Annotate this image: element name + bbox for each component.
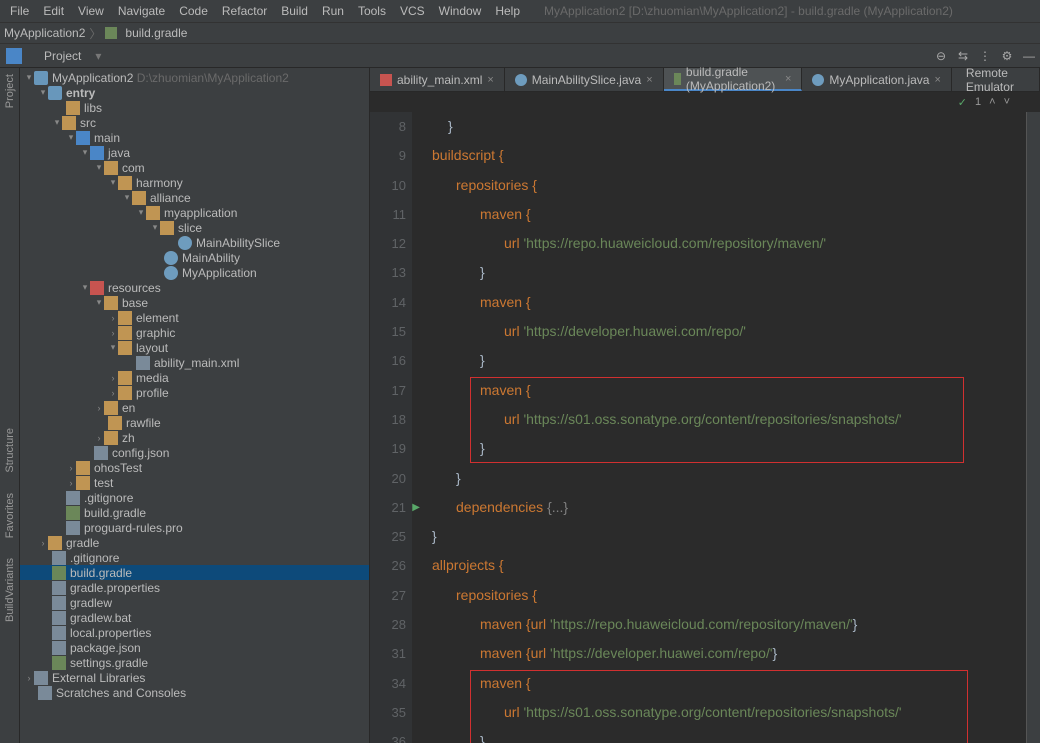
chevron-down-icon[interactable]: ˅ [1004, 96, 1010, 108]
tree-gitignore[interactable]: .gitignore [20, 550, 369, 565]
close-icon[interactable]: × [934, 74, 940, 86]
strip-project[interactable]: Project [4, 74, 16, 108]
strip-structure[interactable]: Structure [4, 428, 16, 473]
gear-icon[interactable]: ⚙ [997, 46, 1017, 66]
left-tool-strip: Project Structure Favorites BuildVariant… [0, 68, 20, 743]
project-dropdown-icon[interactable]: ▾ [91, 49, 105, 63]
tab-ability-main[interactable]: ability_main.xml× [370, 68, 505, 91]
menu-window[interactable]: Window [433, 2, 488, 20]
editor-right-strip [1026, 112, 1040, 743]
tab-main-ability-slice[interactable]: MainAbilitySlice.java× [505, 68, 664, 91]
editor-tabs: ability_main.xml× MainAbilitySlice.java×… [370, 68, 1040, 92]
close-icon[interactable]: × [646, 74, 652, 86]
hide-icon[interactable]: — [1019, 46, 1039, 66]
tree-gradle-properties[interactable]: gradle.properties [20, 580, 369, 595]
tree-libs[interactable]: libs [20, 100, 369, 115]
tree-java[interactable]: ▾java [20, 145, 369, 160]
tree-scratches[interactable]: Scratches and Consoles [20, 685, 369, 700]
tree-media[interactable]: ›media [20, 370, 369, 385]
menu-view[interactable]: View [72, 2, 110, 20]
gradle-icon [105, 27, 117, 39]
tab-build-gradle[interactable]: build.gradle (MyApplication2)× [664, 68, 803, 91]
tree-myapplication-java[interactable]: MyApplication [20, 265, 369, 280]
check-icon: ✓ [958, 96, 967, 109]
java-icon [515, 74, 527, 86]
tree-root[interactable]: ▾MyApplication2 D:\zhuomian\MyApplicatio… [20, 70, 369, 85]
tree-slice[interactable]: ▾slice [20, 220, 369, 235]
tree-myapplication[interactable]: ▾myapplication [20, 205, 369, 220]
tree-resources[interactable]: ▾resources [20, 280, 369, 295]
project-toolbar: Project ▾ ⊖ ⇆ ⋮ ⚙ — [0, 44, 1040, 68]
code-content[interactable]: } buildscript { repositories { maven { u… [412, 112, 1026, 743]
editor-status: ✓ 1 ˄ ˅ [370, 92, 1040, 112]
tree-config-json[interactable]: config.json [20, 445, 369, 460]
tree-gradlew-bat[interactable]: gradlew.bat [20, 610, 369, 625]
tree-settings-gradle[interactable]: settings.gradle [20, 655, 369, 670]
tab-myapplication[interactable]: MyApplication.java× [802, 68, 952, 91]
locate-icon[interactable]: ⊖ [931, 46, 951, 66]
menubar: File Edit View Navigate Code Refactor Bu… [0, 0, 1040, 22]
strip-build-variants[interactable]: BuildVariants [4, 558, 16, 622]
crumb-file[interactable]: build.gradle [125, 26, 187, 40]
java-icon [812, 74, 824, 86]
tree-main-ability-slice[interactable]: MainAbilitySlice [20, 235, 369, 250]
tree-harmony[interactable]: ▾harmony [20, 175, 369, 190]
menu-tools[interactable]: Tools [352, 2, 392, 20]
tree-rawfile[interactable]: rawfile [20, 415, 369, 430]
tab-remote-emulator[interactable]: Remote Emulator [952, 68, 1040, 91]
close-icon[interactable]: × [785, 73, 791, 85]
tree-package-json[interactable]: package.json [20, 640, 369, 655]
tree-src[interactable]: ▾src [20, 115, 369, 130]
gutter: 891011 12131415 16171819 20212526 272831… [370, 112, 412, 743]
menu-vcs[interactable]: VCS [394, 2, 431, 20]
menu-edit[interactable]: Edit [37, 2, 70, 20]
tree-alliance[interactable]: ▾alliance [20, 190, 369, 205]
menu-code[interactable]: Code [173, 2, 214, 20]
menu-build[interactable]: Build [275, 2, 314, 20]
menu-help[interactable]: Help [489, 2, 526, 20]
tree-ability-main-xml[interactable]: ability_main.xml [20, 355, 369, 370]
tree-en[interactable]: ›en [20, 400, 369, 415]
window-title: MyApplication2 [D:\zhuomian\MyApplicatio… [538, 2, 959, 20]
code-editor[interactable]: 891011 12131415 16171819 20212526 272831… [370, 112, 1040, 743]
tree-main[interactable]: ▾main [20, 130, 369, 145]
tree-main-ability[interactable]: MainAbility [20, 250, 369, 265]
menu-file[interactable]: File [4, 2, 35, 20]
tree-local-properties[interactable]: local.properties [20, 625, 369, 640]
tree-build-gradle[interactable]: build.gradle [20, 565, 369, 580]
tree-gradlew[interactable]: gradlew [20, 595, 369, 610]
tree-gitignore-entry[interactable]: .gitignore [20, 490, 369, 505]
menu-navigate[interactable]: Navigate [112, 2, 171, 20]
tree-external-libs[interactable]: ›External Libraries [20, 670, 369, 685]
tree-layout[interactable]: ▾layout [20, 340, 369, 355]
tree-com[interactable]: ▾com [20, 160, 369, 175]
tree-gradle-folder[interactable]: ›gradle [20, 535, 369, 550]
tree-build-gradle-entry[interactable]: build.gradle [20, 505, 369, 520]
expand-icon[interactable]: ⋮ [975, 46, 995, 66]
project-tree[interactable]: ▾MyApplication2 D:\zhuomian\MyApplicatio… [20, 68, 370, 743]
tree-ohostest[interactable]: ›ohosTest [20, 460, 369, 475]
collapse-icon[interactable]: ⇆ [953, 46, 973, 66]
tree-test[interactable]: ›test [20, 475, 369, 490]
tree-zh[interactable]: ›zh [20, 430, 369, 445]
menu-refactor[interactable]: Refactor [216, 2, 273, 20]
tree-profile[interactable]: ›profile [20, 385, 369, 400]
crumb-project[interactable]: MyApplication2 [4, 26, 85, 40]
tree-entry[interactable]: ▾entry [20, 85, 369, 100]
status-num: 1 [975, 96, 981, 108]
gradle-icon [674, 73, 681, 85]
menu-run[interactable]: Run [316, 2, 350, 20]
breadcrumb-bar: MyApplication2 〉 build.gradle [0, 22, 1040, 44]
close-icon[interactable]: × [487, 74, 493, 86]
strip-favorites[interactable]: Favorites [4, 493, 16, 538]
project-label[interactable]: Project [22, 49, 91, 63]
tree-element[interactable]: ›element [20, 310, 369, 325]
tree-graphic[interactable]: ›graphic [20, 325, 369, 340]
xml-icon [380, 74, 392, 86]
chevron-up-icon[interactable]: ˄ [989, 96, 995, 108]
project-view-icon [6, 48, 22, 64]
tree-proguard[interactable]: proguard-rules.pro [20, 520, 369, 535]
crumb-separator: 〉 [89, 25, 101, 42]
tree-base[interactable]: ▾base [20, 295, 369, 310]
